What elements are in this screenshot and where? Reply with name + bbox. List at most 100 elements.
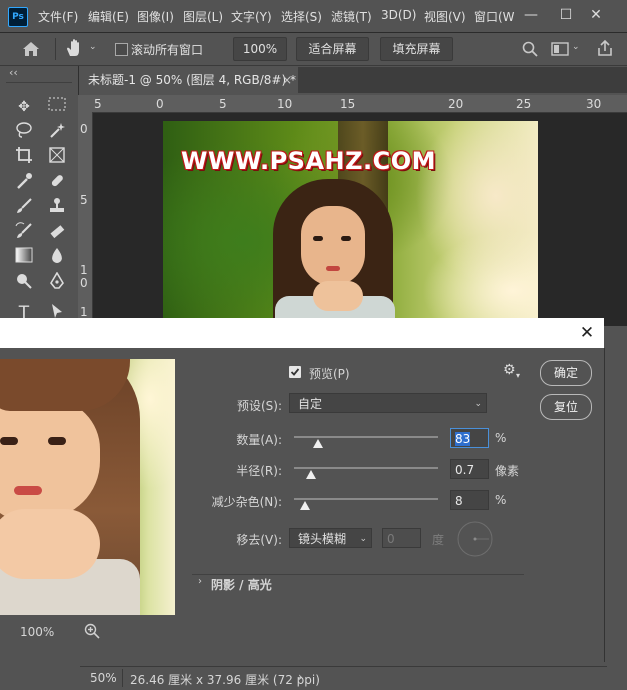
document-canvas[interactable]: WWW.PSAHZ.COM bbox=[163, 121, 538, 326]
dodge-tool-icon[interactable] bbox=[12, 272, 36, 294]
horizontal-ruler: 5 0 5 10 15 20 25 30 bbox=[92, 95, 627, 113]
blur-tool-icon[interactable] bbox=[45, 247, 69, 269]
reduce-noise-input[interactable]: 8 bbox=[450, 490, 489, 510]
preview-eye bbox=[0, 437, 18, 445]
shadows-highlights-section[interactable]: 阴影 / 高光 bbox=[211, 576, 272, 593]
reduce-noise-slider-thumb[interactable] bbox=[300, 501, 310, 510]
document-size: 26.46 厘米 x 37.96 厘米 (72 ppi) bbox=[130, 673, 320, 687]
ruler-tick-label: 1 bbox=[80, 263, 88, 277]
close-tab-icon[interactable]: × bbox=[282, 67, 292, 93]
angle-input[interactable]: 0 bbox=[382, 528, 421, 548]
menu-window[interactable]: 窗口(W bbox=[474, 8, 515, 25]
portrait-hand bbox=[313, 281, 363, 311]
healing-brush-tool-icon[interactable] bbox=[45, 172, 69, 194]
menu-file[interactable]: 文件(F) bbox=[38, 8, 78, 25]
menu-type[interactable]: 文字(Y) bbox=[231, 8, 272, 25]
amount-value: 83 bbox=[455, 432, 471, 446]
preview-checkbox[interactable] bbox=[289, 366, 301, 378]
separator bbox=[6, 82, 72, 83]
separator bbox=[55, 38, 56, 60]
menu-select[interactable]: 选择(S) bbox=[281, 8, 322, 25]
gradient-tool-icon[interactable] bbox=[12, 247, 36, 269]
frame-tool-icon[interactable] bbox=[45, 146, 69, 168]
watermark-text: WWW.PSAHZ.COM bbox=[181, 147, 437, 175]
remove-select[interactable]: 镜头模糊 ⌄ bbox=[289, 528, 372, 548]
menu-image[interactable]: 图像(I) bbox=[137, 8, 174, 25]
chevron-down-icon[interactable]: ▾ bbox=[516, 371, 520, 380]
menu-edit[interactable]: 编辑(E) bbox=[88, 8, 129, 25]
menu-filter[interactable]: 滤镜(T) bbox=[331, 8, 372, 25]
dialog-close-icon[interactable]: ✕ bbox=[572, 318, 602, 348]
ruler-tick-label: 5 bbox=[219, 97, 227, 111]
menu-bar: Ps 文件(F) 编辑(E) 图像(I) 图层(L) 文字(Y) 选择(S) 滤… bbox=[0, 0, 627, 33]
amount-input[interactable]: 83 bbox=[450, 428, 489, 448]
brush-tool-icon[interactable] bbox=[12, 197, 36, 219]
preset-select[interactable]: 自定 ⌄ bbox=[289, 393, 487, 413]
document-tab[interactable]: 未标题-1 @ 50% (图层 4, RGB/8#) * × bbox=[80, 67, 298, 93]
crop-tool-icon[interactable] bbox=[12, 146, 36, 168]
ruler-tick-label: 5 bbox=[94, 97, 102, 111]
photoshop-logo: Ps bbox=[8, 7, 28, 27]
magic-wand-tool-icon[interactable] bbox=[45, 121, 69, 143]
marquee-tool-icon[interactable] bbox=[45, 96, 69, 118]
zoom-in-icon[interactable] bbox=[84, 623, 100, 639]
move-tool-icon[interactable]: ✥ bbox=[12, 96, 36, 118]
scroll-all-checkbox[interactable] bbox=[115, 43, 128, 56]
menu-view[interactable]: 视图(V) bbox=[424, 8, 466, 25]
menu-3d[interactable]: 3D(D) bbox=[381, 8, 416, 22]
angle-dial-icon[interactable] bbox=[456, 520, 494, 558]
chevron-right-icon[interactable]: › bbox=[298, 670, 303, 684]
close-window-button[interactable]: ✕ bbox=[586, 5, 606, 25]
share-icon[interactable] bbox=[596, 39, 614, 57]
collapse-panel-icon[interactable]: ‹‹ bbox=[9, 66, 18, 79]
radius-input[interactable]: 0.7 bbox=[450, 459, 489, 479]
menu-layer[interactable]: 图层(L) bbox=[183, 8, 223, 25]
radius-slider-track[interactable] bbox=[294, 467, 438, 469]
ok-button[interactable]: 确定 bbox=[540, 360, 592, 386]
minimize-button[interactable]: — bbox=[521, 5, 541, 25]
amount-slider-track[interactable] bbox=[294, 436, 438, 438]
amount-label: 数量(A): bbox=[236, 433, 282, 447]
chevron-right-icon[interactable]: › bbox=[198, 576, 202, 587]
hand-tool-icon[interactable] bbox=[64, 38, 84, 58]
status-bar: 50% 26.46 厘米 x 37.96 厘米 (72 ppi) › bbox=[80, 666, 607, 690]
restore-button[interactable]: ☐ bbox=[556, 5, 576, 25]
radius-slider-thumb[interactable] bbox=[306, 470, 316, 479]
reset-button[interactable]: 复位 bbox=[540, 394, 592, 420]
filter-preview[interactable] bbox=[0, 359, 175, 615]
eraser-tool-icon[interactable] bbox=[45, 222, 69, 244]
pen-tool-icon[interactable] bbox=[45, 271, 69, 294]
separator bbox=[192, 574, 524, 575]
remove-label: 移去(V): bbox=[236, 533, 282, 547]
search-icon[interactable] bbox=[522, 41, 538, 57]
amount-slider-thumb[interactable] bbox=[313, 439, 323, 448]
amount-unit: % bbox=[495, 431, 507, 445]
preview-eye bbox=[48, 437, 66, 445]
preview-hand bbox=[0, 509, 100, 579]
status-zoom[interactable]: 50% bbox=[90, 671, 117, 685]
fit-screen-button[interactable]: 适合屏幕 bbox=[296, 37, 369, 61]
gear-icon[interactable]: ⚙ bbox=[503, 362, 516, 378]
stamp-tool-icon[interactable] bbox=[45, 197, 69, 219]
workspace-icon[interactable] bbox=[551, 41, 569, 57]
reduce-noise-slider-track[interactable] bbox=[294, 498, 438, 500]
preview-label: 预览(P) bbox=[309, 367, 350, 381]
separator bbox=[122, 669, 123, 687]
portrait-face bbox=[301, 206, 365, 286]
lasso-tool-icon[interactable] bbox=[12, 121, 36, 143]
history-brush-tool-icon[interactable] bbox=[12, 222, 36, 244]
zoom-value-field[interactable]: 100% bbox=[233, 37, 287, 61]
ruler-corner bbox=[78, 95, 92, 112]
eyedropper-tool-icon[interactable] bbox=[12, 172, 36, 194]
chevron-down-icon[interactable]: ⌄ bbox=[89, 42, 97, 52]
chevron-down-icon[interactable]: ⌄ bbox=[572, 42, 580, 52]
fill-screen-button[interactable]: 填充屏幕 bbox=[380, 37, 453, 61]
home-icon[interactable] bbox=[22, 41, 40, 57]
ruler-tick-label: 0 bbox=[156, 97, 164, 111]
preview-zoom-value: 100% bbox=[20, 625, 55, 639]
reduce-noise-unit: % bbox=[495, 493, 507, 507]
portrait-eye bbox=[313, 236, 323, 241]
ruler-tick-label: 15 bbox=[340, 97, 356, 111]
preset-label: 预设(S): bbox=[236, 399, 282, 413]
checkmark-icon bbox=[290, 368, 300, 376]
